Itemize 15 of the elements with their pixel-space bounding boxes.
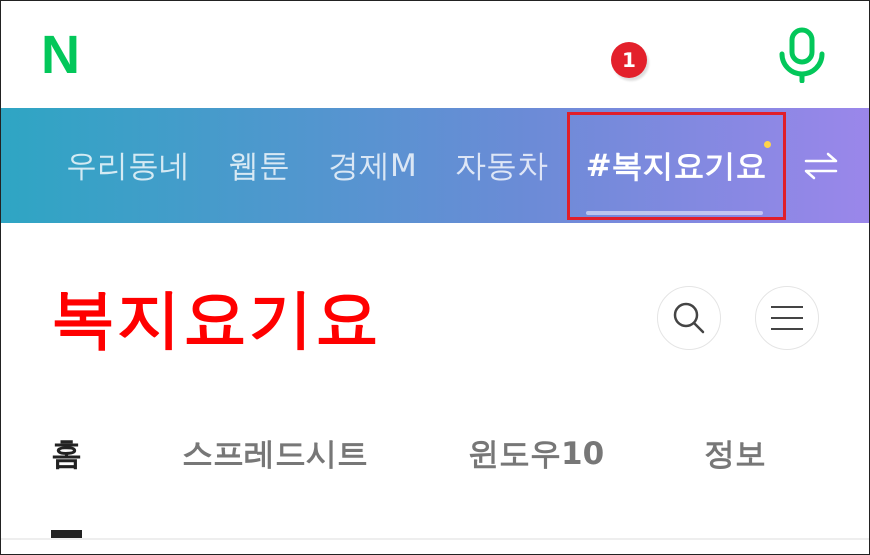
nav-tab[interactable]: #복지요기요	[566, 112, 786, 220]
nav-tab[interactable]: 경제M	[309, 112, 436, 220]
notification-badge: 1	[611, 42, 647, 78]
blog-tab[interactable]: 홈	[51, 433, 82, 538]
blog-tab[interactable]: 스프레드시트	[182, 433, 368, 538]
swap-icon[interactable]	[804, 152, 838, 180]
search-icon	[672, 301, 706, 335]
menu-icon	[770, 305, 804, 331]
logo[interactable]: N	[41, 28, 78, 82]
blog-title: 복지요기요	[51, 280, 381, 358]
blog-tab[interactable]: 정보	[704, 433, 766, 538]
nav-tab[interactable]: 우리동네	[47, 112, 209, 220]
blog-tab[interactable]: 윈도우10	[468, 433, 604, 538]
nav-tab[interactable]: 자동차	[436, 112, 567, 220]
nav-tab[interactable]: 웹툰	[209, 112, 309, 220]
